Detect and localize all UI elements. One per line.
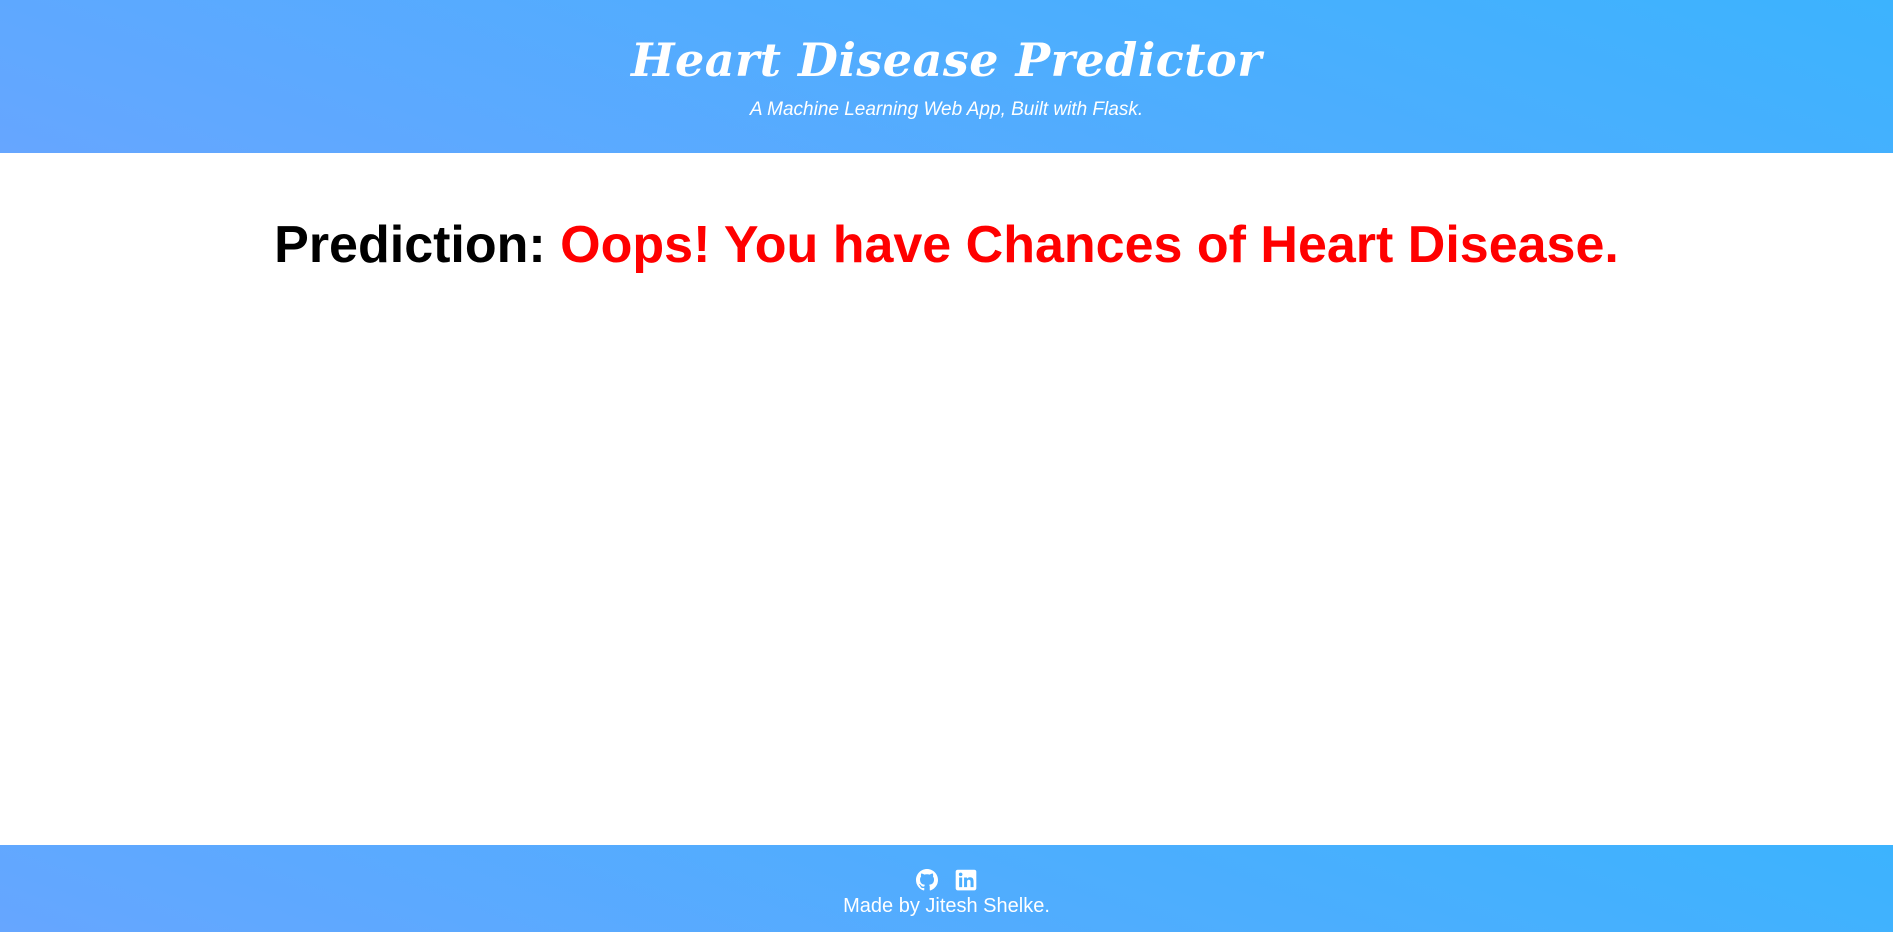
app-subtitle: A Machine Learning Web App, Built with F…: [749, 99, 1144, 120]
footer-credit: Made by Jitesh Shelke.: [843, 895, 1050, 917]
prediction-label: Prediction:: [274, 216, 546, 274]
page: Heart Disease Predictor A Machine Learni…: [0, 0, 1893, 932]
prediction-heading: Prediction: Oops! You have Chances of He…: [0, 214, 1893, 276]
prediction-result: Oops! You have Chances of Heart Disease.: [560, 216, 1619, 274]
github-link[interactable]: [916, 869, 938, 891]
site-footer: Made by Jitesh Shelke.: [0, 845, 1893, 932]
social-links: [0, 869, 1893, 891]
linkedin-link[interactable]: [955, 869, 977, 891]
site-header: Heart Disease Predictor A Machine Learni…: [0, 0, 1893, 153]
linkedin-icon: [955, 869, 977, 891]
app-title: Heart Disease Predictor: [631, 33, 1262, 87]
github-icon: [916, 869, 938, 891]
